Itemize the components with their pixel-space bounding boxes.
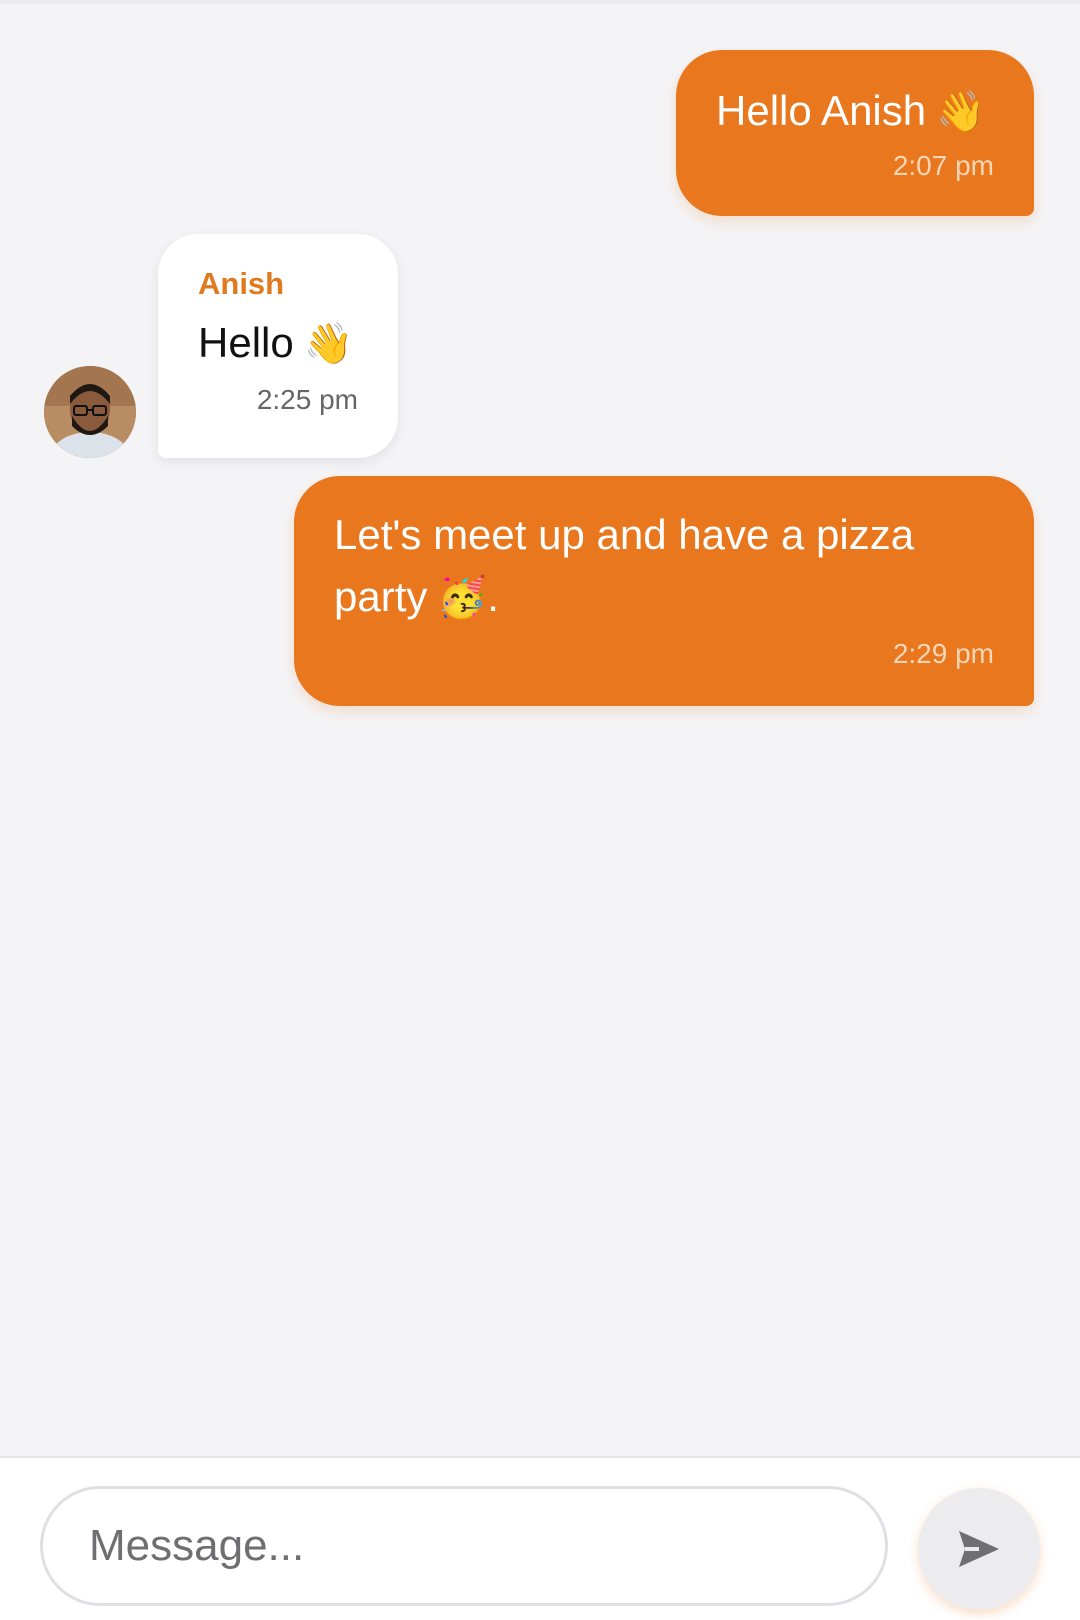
sender-name: Anish	[198, 266, 285, 301]
message-timestamp: 2:25 pm	[256, 384, 358, 415]
incoming-message-bubble[interactable]: Anish Hello 👋 2:25 pm	[158, 234, 398, 458]
outgoing-message-bubble[interactable]: Let's meet up and have a pizza party 🥳. 2:…	[294, 476, 1034, 706]
party-face-emoji-icon: 🥳	[437, 575, 488, 621]
message-list[interactable]: Hello Anish 👋 2:07 pm Anish Hello 👋 2:25 p…	[0, 0, 1080, 1456]
message-text-line: Let's meet up and have a pizza	[334, 511, 915, 558]
message-composer	[0, 1456, 1080, 1620]
waving-hand-emoji-icon: 👋	[936, 89, 986, 135]
waving-hand-emoji-icon: 👋	[303, 321, 354, 367]
send-button[interactable]	[918, 1488, 1040, 1610]
message-text: Let's meet up and have a pizza party 🥳.	[334, 504, 994, 629]
message-text-content: Hello	[198, 319, 294, 366]
user-avatar-icon	[44, 366, 136, 458]
message-text: Hello Anish 👋	[716, 80, 994, 143]
outgoing-message-bubble[interactable]: Hello Anish 👋 2:07 pm	[676, 50, 1034, 216]
message-text-punctuation: .	[487, 573, 499, 620]
message-timestamp: 2:29 pm	[892, 638, 994, 669]
chat-screen: Hello Anish 👋 2:07 pm Anish Hello 👋 2:25 p…	[0, 0, 1080, 1620]
send-arrow-icon	[959, 1531, 999, 1567]
message-timestamp: 2:07 pm	[892, 150, 994, 181]
avatar[interactable]	[44, 366, 136, 458]
message-text-line: party	[334, 573, 428, 620]
message-text-content: Hello Anish	[716, 87, 927, 134]
message-input[interactable]	[40, 1486, 888, 1606]
message-text: Hello 👋	[198, 312, 358, 375]
